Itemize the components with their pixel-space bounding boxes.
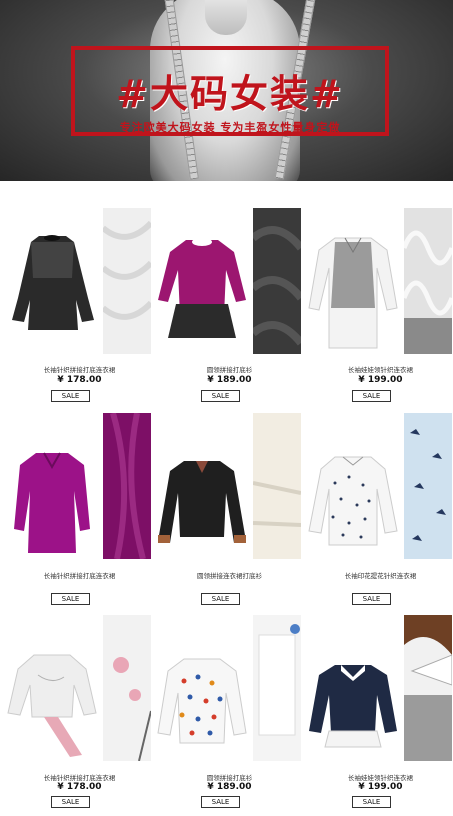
product-photo[interactable] [154,413,251,559]
product-price: ¥ 178.00 [57,375,102,385]
product-name[interactable]: 长袖娃娃领针织连衣裙 [305,772,453,782]
product-card[interactable]: 长袖娃娃领针织连衣裙 ¥ 199.00 SALE [305,588,453,808]
product-card[interactable]: 长袖印花提花针织连衣裙 SALE [305,386,453,605]
banner-title: #大码女装# [116,72,344,116]
fabric-swatch [404,413,452,559]
product-photo[interactable] [154,615,251,761]
product-photo[interactable] [4,413,101,559]
product-name[interactable]: 圆领拼接打底衫 [154,364,305,374]
fabric-swatch [103,208,151,354]
fabric-swatch [253,413,301,559]
product-name[interactable]: 长袖针织拼接打底连衣裙 [4,364,155,374]
hero-banner: #大码女装# 专注欧美大码女装 专为丰盈女性量身定做 [0,0,453,181]
product-name[interactable]: 长袖娃娃领针织连衣裙 [305,364,453,374]
product-card[interactable]: 长袖针织拼接打底连衣裙 ¥ 178.00 SALE [4,181,155,402]
fabric-swatch [103,615,151,761]
product-price: ¥ 178.00 [57,782,102,792]
product-card[interactable]: 圆领拼接打底衫 ¥ 189.00 SALE [154,588,305,808]
sale-button[interactable]: SALE [352,796,391,808]
product-card[interactable]: 长袖针织拼接打底连衣裙 ¥ 178.00 SALE [4,588,155,808]
sale-button[interactable]: SALE [201,796,240,808]
product-price: ¥ 189.00 [207,782,252,792]
fabric-swatch [103,413,151,559]
fabric-swatch [253,615,301,761]
product-card[interactable]: 圆领拼接连衣裙打底衫 SALE [154,386,305,605]
product-photo[interactable] [4,208,101,354]
sale-button[interactable]: SALE [51,796,90,808]
fabric-swatch [404,208,452,354]
product-card[interactable]: 圆领拼接打底衫 ¥ 189.00 SALE [154,181,305,402]
banner-subtitle: 专注欧美大码女装 专为丰盈女性量身定做 [119,121,341,134]
product-card[interactable]: 长袖娃娃领针织连衣裙 ¥ 199.00 SALE [305,181,453,402]
product-price: ¥ 189.00 [207,375,252,385]
product-photo[interactable] [305,413,402,559]
product-name[interactable]: 长袖针织拼接打底连衣裙 [4,570,155,580]
fabric-swatch [404,615,452,761]
product-photo[interactable] [305,615,402,761]
product-name[interactable]: 长袖针织拼接打底连衣裙 [4,772,155,782]
product-photo[interactable] [4,615,101,761]
product-name[interactable]: 长袖印花提花针织连衣裙 [305,570,453,580]
product-price: ¥ 199.00 [358,375,403,385]
product-photo[interactable] [305,208,402,354]
product-card[interactable]: 长袖针织拼接打底连衣裙 SALE [4,386,155,605]
product-photo[interactable] [154,208,251,354]
product-name[interactable]: 圆领拼接连衣裙打底衫 [154,570,305,580]
product-name[interactable]: 圆领拼接打底衫 [154,772,305,782]
fabric-swatch [253,208,301,354]
product-price: ¥ 199.00 [358,782,403,792]
